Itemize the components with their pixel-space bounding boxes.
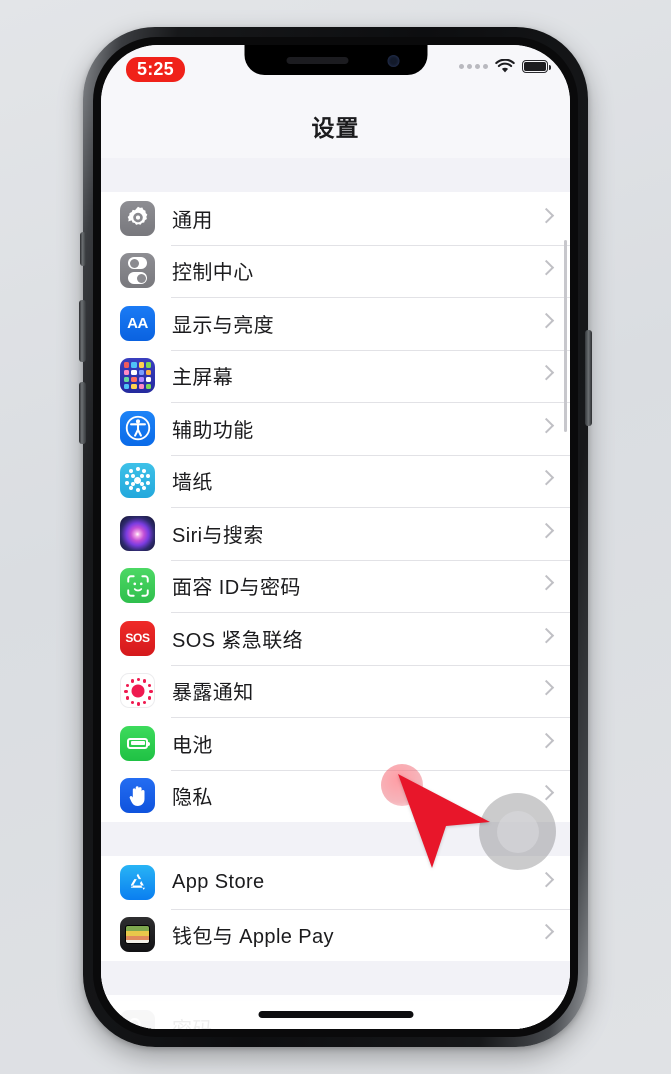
control-center-icon xyxy=(120,253,155,288)
settings-row[interactable]: 面容 ID与密码 xyxy=(101,559,570,612)
chevron-right-icon xyxy=(538,470,555,486)
display-aa-icon: AA xyxy=(127,314,148,332)
chevron-right-icon xyxy=(538,871,555,888)
earpiece-speaker xyxy=(286,57,348,64)
home-screen-icon xyxy=(120,358,155,394)
wallpaper-icon xyxy=(120,463,155,498)
settings-row[interactable]: Siri与搜索 xyxy=(101,507,570,560)
phone-screen: 5:25 设置 通用控制中心 AA 显示与亮度主屏幕辅助功能墙纸 Siri与搜索面容 … xyxy=(101,45,570,1029)
settings-row[interactable]: 钱包与 Apple Pay xyxy=(101,908,570,961)
exposure-notification-icon xyxy=(120,673,155,709)
cellular-signal-icon xyxy=(459,64,488,69)
control-center-icon xyxy=(120,253,155,289)
sos-icon: SOS xyxy=(120,620,155,656)
settings-list[interactable]: 通用控制中心 AA 显示与亮度主屏幕辅助功能墙纸 Siri与搜索面容 ID与密码 SOS… xyxy=(101,158,570,1029)
settings-row-label: 通用 xyxy=(172,209,213,232)
battery-settings-icon xyxy=(120,726,155,761)
gear-icon xyxy=(120,201,155,236)
settings-row-label: App Store xyxy=(172,870,265,893)
settings-row[interactable]: 墙纸 xyxy=(101,454,570,507)
volume-up-button[interactable] xyxy=(79,300,86,362)
siri-icon xyxy=(120,516,155,551)
accessibility-icon xyxy=(120,411,155,446)
nav-bar: 设置 xyxy=(101,93,570,158)
settings-row-label: 电池 xyxy=(172,734,213,757)
wallpaper-icon xyxy=(120,463,155,499)
app-store-icon xyxy=(120,864,155,900)
exposure-notification-icon xyxy=(121,674,154,707)
sos-icon: SOS xyxy=(125,631,150,646)
chevron-right-icon xyxy=(538,260,555,276)
face-id-icon xyxy=(120,568,155,604)
settings-row-label: 辅助功能 xyxy=(172,419,254,442)
battery-icon xyxy=(522,60,551,73)
chevron-right-icon xyxy=(538,207,555,224)
settings-row-label: 显示与亮度 xyxy=(172,314,274,337)
settings-row-label: 面容 ID与密码 xyxy=(172,577,301,600)
chevron-right-icon xyxy=(538,365,555,381)
scrollbar-indicator[interactable] xyxy=(563,240,567,432)
privacy-hand-icon xyxy=(120,778,155,813)
settings-row[interactable]: 主屏幕 xyxy=(101,349,570,402)
settings-row-label: Siri与搜索 xyxy=(172,524,264,547)
notch xyxy=(244,45,427,75)
recording-time-pill: 5:25 xyxy=(126,57,185,82)
chevron-right-icon xyxy=(538,627,555,644)
chevron-right-icon xyxy=(538,575,555,591)
page-title: 设置 xyxy=(311,114,360,141)
mouse-cursor-arrow xyxy=(398,774,490,868)
power-button[interactable] xyxy=(585,330,592,426)
screenshot-stage: 5:25 设置 通用控制中心 AA 显示与亮度主屏幕辅助功能墙纸 Siri与搜索面容 … xyxy=(0,0,671,1074)
settings-row-label: 墙纸 xyxy=(172,472,213,495)
siri-icon xyxy=(120,515,155,551)
display-aa-icon: AA xyxy=(120,305,155,341)
settings-row-label: 暴露通知 xyxy=(172,682,254,705)
wallet-icon xyxy=(120,917,155,953)
chevron-right-icon xyxy=(538,522,555,539)
chevron-right-icon xyxy=(538,785,555,801)
settings-row[interactable]: AA 显示与亮度 xyxy=(101,297,570,350)
status-bar-right xyxy=(459,59,551,74)
settings-row-label: 钱包与 Apple Pay xyxy=(172,926,334,949)
face-id-icon xyxy=(120,568,155,603)
settings-row[interactable]: 辅助功能 xyxy=(101,402,570,455)
settings-group: 通用控制中心 AA 显示与亮度主屏幕辅助功能墙纸 Siri与搜索面容 ID与密码 SOS… xyxy=(101,192,570,822)
accessibility-icon xyxy=(120,410,155,446)
home-screen-icon xyxy=(120,358,155,393)
chevron-right-icon xyxy=(538,680,555,696)
home-indicator[interactable] xyxy=(258,1011,413,1018)
list-top-gap xyxy=(101,158,570,192)
chevron-right-icon xyxy=(538,732,555,749)
volume-down-button[interactable] xyxy=(79,382,86,444)
settings-row-label: 控制中心 xyxy=(172,262,254,285)
settings-row[interactable]: 电池 xyxy=(101,717,570,770)
chevron-right-icon xyxy=(538,417,555,434)
wifi-icon xyxy=(495,59,515,73)
settings-row[interactable]: 暴露通知 xyxy=(101,664,570,717)
chevron-right-icon xyxy=(538,924,555,940)
settings-row-label: 隐私 xyxy=(172,787,213,810)
silence-switch[interactable] xyxy=(80,232,86,266)
app-store-icon xyxy=(120,865,155,900)
wallet-icon xyxy=(120,917,155,952)
settings-group: App Store 钱包与 Apple Pay xyxy=(101,856,570,961)
battery-settings-icon xyxy=(120,725,155,761)
settings-row-label: SOS 紧急联络 xyxy=(172,629,303,652)
front-camera-icon xyxy=(387,55,399,67)
settings-row[interactable]: 通用 xyxy=(101,192,570,245)
chevron-right-icon xyxy=(538,312,555,329)
settings-row[interactable]: 控制中心 xyxy=(101,244,570,297)
gear-icon xyxy=(120,200,155,236)
privacy-hand-icon xyxy=(120,778,155,814)
settings-row-label: 主屏幕 xyxy=(172,367,234,390)
settings-row[interactable]: SOS SOS 紧急联络 xyxy=(101,612,570,665)
